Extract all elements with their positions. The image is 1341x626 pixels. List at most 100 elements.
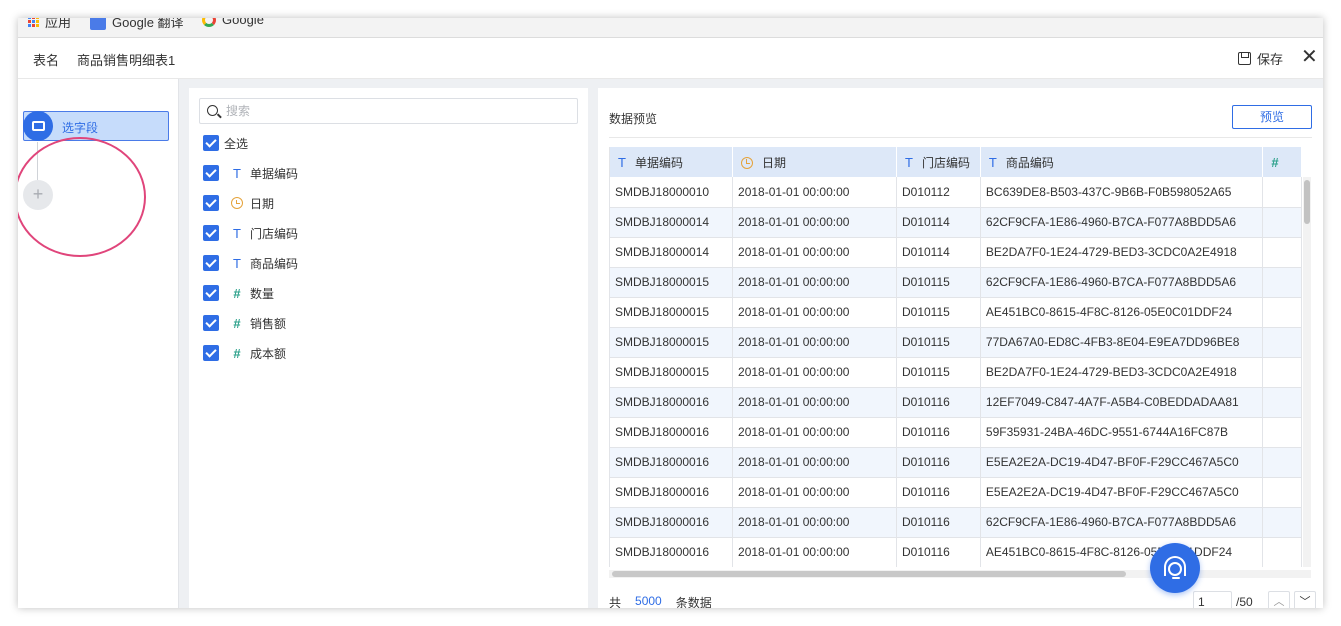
checkbox-checked-icon[interactable] — [203, 195, 219, 211]
table-cell: 2018-01-01 00:00:00 — [732, 297, 897, 328]
field-row[interactable]: # 销售额 — [203, 313, 286, 333]
table-cell — [1262, 327, 1302, 358]
field-row[interactable]: T 商品编码 — [203, 253, 298, 273]
table-cell: D010115 — [896, 297, 981, 328]
field-row[interactable]: # 数量 — [203, 283, 274, 303]
table-cell: 77DA67A0-ED8C-4FB3-8E04-E9EA7DD96BE8 — [980, 327, 1264, 358]
table-cell: D010116 — [896, 387, 981, 418]
column-header[interactable]: 日期 — [732, 147, 897, 177]
checkbox-checked-icon[interactable] — [203, 165, 219, 181]
text-type-icon: T — [233, 225, 241, 241]
table-cell — [1262, 207, 1302, 238]
select-all-row[interactable]: 全选 — [203, 133, 248, 153]
table-cell — [1262, 267, 1302, 298]
table-cell — [1262, 177, 1302, 208]
bookmark-label: 应用 — [45, 18, 72, 30]
table-row[interactable]: SMDBJ18000010 2018-01-01 00:00:00 D010112 B… — [610, 177, 1302, 208]
step-select-fields[interactable]: 选字段 — [23, 111, 169, 141]
select-fields-icon — [23, 111, 53, 141]
field-row[interactable]: T 单据编码 — [203, 163, 298, 183]
bookmark-label: Google 翻译 — [112, 18, 184, 30]
field-row[interactable]: T 门店编码 — [203, 223, 298, 243]
table-cell: 2018-01-01 00:00:00 — [732, 537, 897, 567]
scrollbar-thumb[interactable] — [612, 571, 1126, 577]
headset-mic — [1172, 577, 1180, 579]
total-pages: /50 — [1236, 595, 1253, 608]
table-cell: D010115 — [896, 327, 981, 358]
save-button[interactable]: 保存 — [1238, 49, 1283, 68]
number-type-icon: # — [233, 315, 241, 331]
column-name: 日期 — [762, 155, 787, 170]
table-cell: D010114 — [896, 237, 981, 268]
table-row[interactable]: SMDBJ18000014 2018-01-01 00:00:00 D010114 6… — [610, 207, 1302, 238]
table-row[interactable]: SMDBJ18000016 2018-01-01 00:00:00 D010116 E… — [610, 447, 1302, 478]
table-cell — [1262, 477, 1302, 508]
preview-table[interactable]: T 单据编码 日期 T 门店编码 T 商品编码 # SMDBJ18000010 2018… — [609, 147, 1302, 567]
search-input[interactable] — [226, 102, 566, 120]
checkbox-checked-icon[interactable] — [203, 135, 219, 151]
bookmark-apps[interactable]: 应用 — [28, 18, 71, 31]
horizontal-scrollbar[interactable] — [609, 570, 1311, 578]
preview-title: 数据预览 — [609, 112, 658, 126]
close-icon[interactable]: ✕ — [1301, 47, 1318, 67]
table-row[interactable]: SMDBJ18000015 2018-01-01 00:00:00 D010115 A… — [610, 297, 1302, 328]
customer-service-button[interactable] — [1150, 543, 1200, 593]
table-cell: D010116 — [896, 447, 981, 478]
checkbox-checked-icon[interactable] — [203, 315, 219, 331]
text-type-icon: T — [904, 154, 913, 170]
table-cell: D010116 — [896, 417, 981, 448]
field-row[interactable]: 日期 — [203, 193, 274, 213]
table-row[interactable]: SMDBJ18000016 2018-01-01 00:00:00 D010116 1… — [610, 387, 1302, 418]
table-row[interactable]: SMDBJ18000016 2018-01-01 00:00:00 D010116 6… — [610, 507, 1302, 538]
column-header[interactable]: T 门店编码 — [896, 147, 981, 177]
checkbox-checked-icon[interactable] — [203, 345, 219, 361]
table-row[interactable]: SMDBJ18000016 2018-01-01 00:00:00 D010116 E… — [610, 477, 1302, 508]
column-header[interactable]: T 单据编码 — [610, 147, 734, 177]
table-row[interactable]: SMDBJ18000015 2018-01-01 00:00:00 D010115 B… — [610, 357, 1302, 388]
number-type-icon: # — [233, 345, 241, 361]
table-cell: 62CF9CFA-1E86-4960-B7CA-F077A8BDD5A6 — [980, 267, 1264, 298]
column-name: 单据编码 — [634, 155, 683, 170]
table-row[interactable]: SMDBJ18000014 2018-01-01 00:00:00 D010114 B… — [610, 237, 1302, 268]
checkbox-checked-icon[interactable] — [203, 285, 219, 301]
column-name: 门店编码 — [921, 155, 970, 170]
chevron-down-icon[interactable]: ﹀ — [1294, 591, 1316, 608]
bookmark-google[interactable]: Google — [202, 18, 264, 27]
count-prefix: 共 — [609, 596, 622, 608]
bookmark-google-translate[interactable]: Google 翻译 — [90, 18, 184, 31]
preview-button[interactable]: 预览 — [1232, 105, 1312, 129]
vertical-scrollbar[interactable] — [1303, 177, 1311, 567]
column-header[interactable]: # — [1262, 147, 1302, 177]
google-icon — [202, 18, 216, 27]
text-type-icon: T — [618, 154, 626, 170]
table-cell: SMDBJ18000014 — [610, 237, 734, 268]
checkbox-checked-icon[interactable] — [203, 255, 219, 271]
table-cell: SMDBJ18000016 — [610, 477, 734, 508]
scrollbar-thumb[interactable] — [1304, 180, 1310, 224]
table-cell: D010116 — [896, 537, 981, 567]
table-cell: 2018-01-01 00:00:00 — [732, 207, 897, 238]
table-header-row: T 单据编码 日期 T 门店编码 T 商品编码 # — [610, 147, 1302, 177]
search-icon — [207, 105, 218, 116]
table-cell: 2018-01-01 00:00:00 — [732, 177, 897, 208]
table-cell: SMDBJ18000014 — [610, 207, 734, 238]
table-row[interactable]: SMDBJ18000015 2018-01-01 00:00:00 D010115 7… — [610, 327, 1302, 358]
page-input[interactable] — [1193, 591, 1232, 608]
table-cell: 2018-01-01 00:00:00 — [732, 327, 897, 358]
column-header[interactable]: T 商品编码 — [980, 147, 1264, 177]
table-cell: SMDBJ18000016 — [610, 507, 734, 538]
bookmark-label: Google — [222, 18, 264, 27]
table-cell: 2018-01-01 00:00:00 — [732, 357, 897, 388]
checkbox-checked-icon[interactable] — [203, 225, 219, 241]
column-name: 商品编码 — [1005, 155, 1054, 170]
field-search — [199, 98, 578, 124]
field-row[interactable]: # 成本额 — [203, 343, 286, 363]
step-label: 选字段 — [62, 121, 99, 135]
table-name[interactable]: 商品销售明细表1 — [77, 50, 175, 69]
table-row[interactable]: SMDBJ18000015 2018-01-01 00:00:00 D010115 6… — [610, 267, 1302, 298]
clock-icon — [741, 156, 754, 169]
field-name: 成本额 — [250, 346, 287, 361]
chevron-up-icon[interactable]: ︿ — [1268, 591, 1290, 608]
table-cell — [1262, 297, 1302, 328]
table-row[interactable]: SMDBJ18000016 2018-01-01 00:00:00 D010116 5… — [610, 417, 1302, 448]
